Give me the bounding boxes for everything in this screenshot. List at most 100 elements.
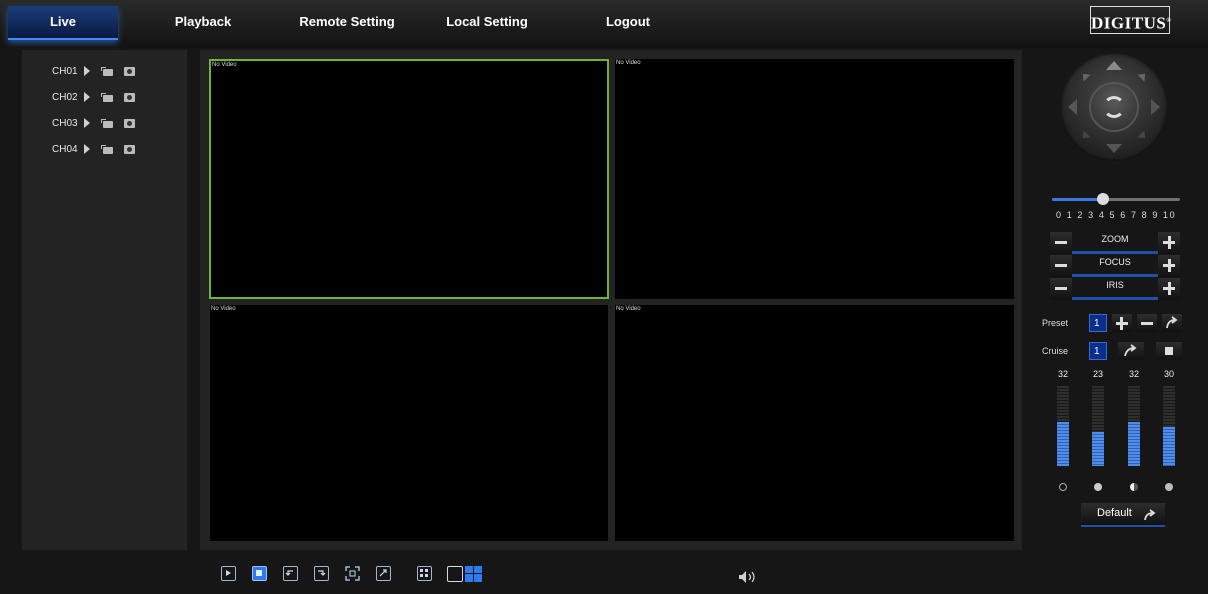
tab-logout[interactable]: Logout (600, 6, 656, 38)
speaker-icon[interactable] (738, 570, 760, 584)
channel-row: CH02 (52, 89, 135, 105)
iris-close-button[interactable] (1050, 278, 1072, 300)
channel-label: CH03 (52, 117, 78, 129)
tab-local-setting[interactable]: Local Setting (437, 6, 537, 38)
video-cell-1[interactable]: No Video (209, 59, 609, 299)
channel-label: CH04 (52, 143, 78, 155)
record-icon[interactable] (101, 92, 113, 102)
video-status: No Video (616, 306, 641, 312)
saturation-icon (1165, 483, 1173, 491)
record-icon[interactable] (101, 144, 113, 154)
focus-label: FOCUS (1099, 257, 1131, 267)
cruise-stop-button[interactable] (1156, 342, 1182, 360)
brightness-value: 32 (1057, 369, 1068, 379)
ptz-left-arrow-icon[interactable] (1068, 99, 1077, 115)
level-fill (1163, 426, 1175, 466)
preset-add-button[interactable] (1112, 314, 1132, 332)
focus-near-button[interactable] (1050, 255, 1072, 277)
ptz-up-arrow-icon[interactable] (1106, 61, 1122, 70)
channel-label: CH01 (52, 65, 78, 77)
channel-row: CH01 (52, 63, 135, 79)
speed-tick-labels: 0 1 2 3 4 5 6 7 8 9 10 (1056, 210, 1177, 220)
preset-delete-button[interactable] (1137, 314, 1157, 332)
focus-far-button[interactable] (1158, 255, 1180, 277)
brightness-slider[interactable] (1057, 386, 1069, 466)
divider (1072, 274, 1158, 277)
snapshot-icon[interactable] (124, 144, 135, 154)
ptz-down-left-arrow-icon[interactable] (1079, 130, 1091, 142)
default-button-label: Default (1097, 507, 1132, 519)
tab-live[interactable]: Live (8, 6, 118, 40)
iris-control: IRIS (1050, 278, 1180, 300)
record-icon[interactable] (101, 66, 113, 76)
play-icon[interactable] (84, 66, 90, 76)
ptz-auto-scan-button[interactable] (1089, 82, 1139, 132)
ptz-up-right-arrow-icon[interactable] (1137, 70, 1149, 82)
level-fill (1092, 432, 1104, 466)
snapshot-icon[interactable] (124, 92, 135, 102)
record-icon[interactable] (101, 118, 113, 128)
play-icon[interactable] (84, 144, 90, 154)
ptz-down-right-arrow-icon[interactable] (1137, 130, 1149, 142)
snapshot-icon[interactable] (124, 66, 135, 76)
single-view-icon[interactable] (447, 566, 463, 582)
grid-layout-icon[interactable] (417, 566, 432, 581)
divider (1072, 251, 1158, 254)
redo-arrow-icon (1144, 509, 1156, 521)
video-cell-4[interactable]: No Video (615, 305, 1014, 541)
hue-value: 30 (1163, 369, 1174, 379)
speed-slider-knob[interactable] (1097, 193, 1110, 205)
brightness-icon (1059, 483, 1067, 491)
cruise-start-button[interactable] (1118, 342, 1144, 360)
divider (1072, 297, 1158, 300)
zoom-out-button[interactable] (1050, 232, 1072, 254)
cruise-input[interactable]: 1 (1089, 342, 1107, 360)
zoom-label: ZOOM (1101, 234, 1129, 244)
quad-view-icon[interactable] (465, 566, 482, 582)
ptz-speed-slider[interactable] (1052, 193, 1180, 205)
ptz-right-arrow-icon[interactable] (1151, 99, 1160, 115)
iris-open-button[interactable] (1158, 278, 1180, 300)
contrast-slider[interactable] (1092, 386, 1104, 466)
previous-screen-icon[interactable] (283, 566, 298, 581)
tab-playback[interactable]: Playback (168, 6, 238, 38)
preset-label: Preset (1042, 318, 1069, 328)
ptz-up-left-arrow-icon[interactable] (1079, 70, 1091, 82)
snapshot-icon[interactable] (124, 118, 135, 128)
tab-remote-setting[interactable]: Remote Setting (292, 6, 402, 38)
preset-goto-button[interactable] (1162, 314, 1182, 332)
zoom-in-button[interactable] (1158, 232, 1180, 254)
video-cell-2[interactable]: No Video (615, 59, 1014, 299)
channel-row: CH03 (52, 115, 135, 131)
play-icon[interactable] (84, 118, 90, 128)
level-fill (1128, 422, 1140, 466)
video-cell-3[interactable]: No Video (210, 305, 608, 541)
saturation-slider[interactable] (1128, 386, 1140, 466)
original-proportion-icon[interactable] (376, 566, 391, 581)
speed-slider-fill (1052, 198, 1104, 201)
contrast-icon (1130, 483, 1138, 491)
iris-label: IRIS (1106, 280, 1124, 290)
focus-control: FOCUS (1050, 255, 1180, 277)
saturation-value: 32 (1128, 369, 1139, 379)
fullscreen-icon[interactable] (345, 566, 360, 581)
ptz-down-arrow-icon[interactable] (1106, 144, 1122, 153)
video-status: No Video (211, 306, 236, 312)
video-status: No Video (616, 60, 641, 66)
channel-label: CH02 (52, 91, 78, 103)
default-button[interactable]: Default (1081, 503, 1165, 527)
next-screen-icon[interactable] (314, 566, 329, 581)
hue-slider[interactable] (1163, 386, 1175, 466)
redo-arrow-icon (1124, 344, 1137, 357)
redo-arrow-icon (1166, 316, 1178, 329)
play-icon[interactable] (84, 92, 90, 102)
cruise-label: Cruise (1042, 346, 1069, 356)
zoom-control: ZOOM (1050, 232, 1180, 254)
contrast-value: 23 (1092, 369, 1103, 379)
preset-input[interactable]: 1 (1089, 314, 1107, 332)
play-all-icon[interactable] (221, 566, 236, 581)
top-nav-bar: Live Playback Remote Setting Local Setti… (0, 0, 1208, 48)
stop-all-icon[interactable] (252, 566, 267, 581)
ptz-direction-pad (1060, 53, 1168, 161)
level-fill (1057, 422, 1069, 466)
